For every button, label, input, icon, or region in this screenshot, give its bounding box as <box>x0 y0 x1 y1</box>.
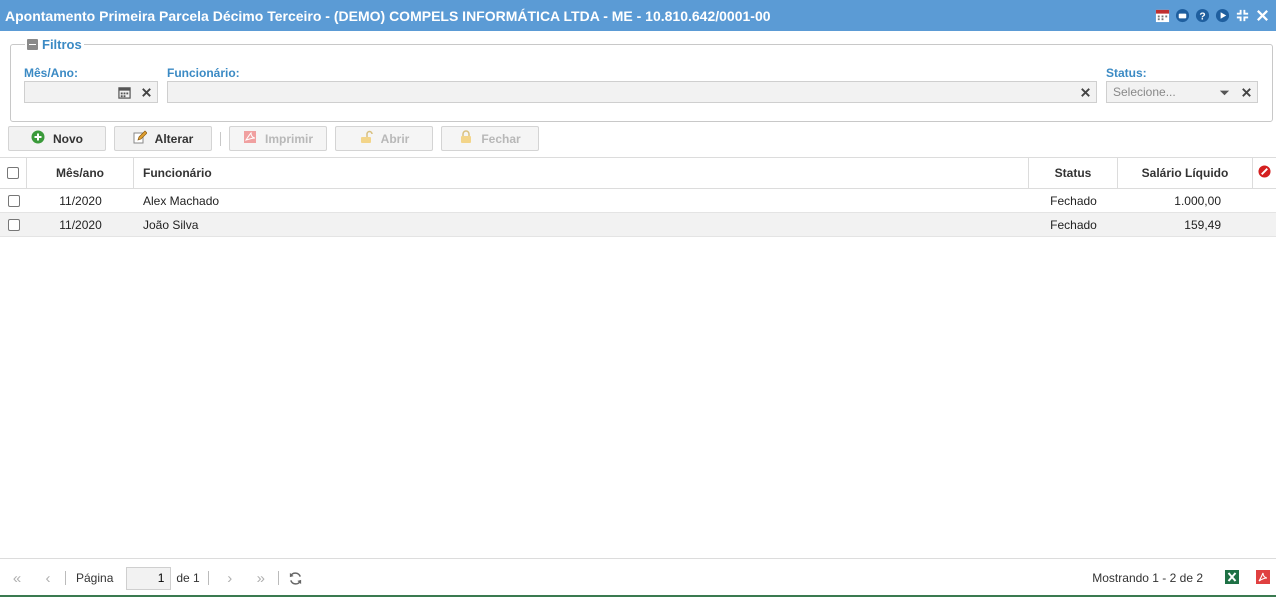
play-icon[interactable] <box>1214 7 1230 23</box>
previous-page-icon[interactable]: ‹ <box>37 567 59 589</box>
pager-separator <box>207 571 209 585</box>
cell-funcionario: Alex Machado <box>143 193 220 208</box>
row-checkbox-cell <box>0 213 27 236</box>
row-checkbox[interactable] <box>7 194 20 207</box>
toolbar: Novo Alterar Imprimir Abrir Fechar <box>8 126 547 151</box>
collapse-icon[interactable] <box>27 39 38 50</box>
chat-icon[interactable] <box>1174 7 1190 23</box>
window-titlebar: Apontamento Primeira Parcela Décimo Terc… <box>0 0 1276 31</box>
filters-panel: Filtros Mês/Ano: Funcionário: Status: <box>10 37 1273 122</box>
fechar-label: Fechar <box>481 131 521 146</box>
no-entry-icon[interactable] <box>1258 165 1271 181</box>
restore-icon[interactable] <box>1234 7 1250 23</box>
cell-funcionario: João Silva <box>143 217 199 232</box>
clear-funcionario-icon[interactable] <box>1074 82 1096 102</box>
cell-salario-liquido: 1.000,00 <box>1174 193 1221 208</box>
column-mes-ano[interactable]: Mês/ano <box>27 158 134 188</box>
select-all-checkbox[interactable] <box>7 167 19 179</box>
page-input[interactable] <box>126 566 172 590</box>
column-funcionario[interactable]: Funcionário <box>134 158 1029 188</box>
abrir-label: Abrir <box>380 131 410 146</box>
abrir-button[interactable]: Abrir <box>335 126 433 151</box>
mes-ano-input[interactable] <box>25 82 113 102</box>
cell-mes-ano: 11/2020 <box>59 193 102 208</box>
svg-text:?: ? <box>1199 11 1205 22</box>
status-select[interactable] <box>1106 81 1258 103</box>
last-page-icon[interactable]: » <box>250 567 272 589</box>
calendar-icon[interactable] <box>113 82 135 102</box>
alterar-button[interactable]: Alterar <box>114 126 212 151</box>
funcionario-field <box>167 81 1097 103</box>
select-all-cell <box>0 158 27 188</box>
imprimir-label: Imprimir <box>264 131 313 146</box>
page-label: Página <box>76 571 114 585</box>
status-input[interactable] <box>1107 82 1213 102</box>
calendar-icon[interactable] <box>1154 7 1170 23</box>
novo-label: Novo <box>53 131 83 146</box>
funcionario-label: Funcionário: <box>167 66 240 80</box>
row-checkbox[interactable] <box>7 218 20 231</box>
filters-legend[interactable]: Filtros <box>25 37 84 52</box>
novo-button[interactable]: Novo <box>8 126 106 151</box>
cell-mes-ano: 11/2020 <box>59 217 102 232</box>
alterar-label: Alterar <box>154 131 194 146</box>
clear-status-icon[interactable] <box>1235 82 1257 102</box>
lock-icon <box>459 130 473 147</box>
cell-salario-liquido: 159,49 <box>1184 217 1221 232</box>
pager-separator <box>65 571 66 585</box>
chevron-down-icon[interactable] <box>1213 82 1235 102</box>
table-row[interactable]: 11/2020 João Silva Fechado 159,49 <box>0 213 1276 237</box>
column-status[interactable]: Status <box>1029 158 1118 188</box>
table-row[interactable]: 11/2020 Alex Machado Fechado 1.000,00 <box>0 189 1276 213</box>
status-label: Status: <box>1106 66 1147 80</box>
remove-filters-cell <box>1253 158 1276 188</box>
close-icon[interactable] <box>1254 7 1270 23</box>
pdf-export-icon[interactable] <box>1256 569 1270 587</box>
column-salario-liquido[interactable]: Salário Líquido <box>1118 158 1253 188</box>
window-tools: ? <box>1154 7 1270 23</box>
pager-separator <box>277 571 279 585</box>
clear-mes-ano-icon[interactable] <box>135 82 157 102</box>
fechar-button[interactable]: Fechar <box>441 126 539 151</box>
next-page-icon[interactable]: › <box>219 567 241 589</box>
cell-status: Fechado <box>1050 217 1097 232</box>
add-icon <box>31 130 45 147</box>
window-title: Apontamento Primeira Parcela Décimo Terc… <box>5 7 771 24</box>
refresh-icon[interactable] <box>285 567 307 589</box>
unlock-icon <box>359 130 373 147</box>
mes-ano-label: Mês/Ano: <box>24 66 78 80</box>
pagination-bar: « ‹ Página de 1 › » Mostrando 1 - 2 de 2 <box>0 558 1276 597</box>
grid-header: Mês/ano Funcionário Status Salário Líqui… <box>0 157 1276 189</box>
excel-export-icon[interactable] <box>1225 569 1239 587</box>
first-page-icon[interactable]: « <box>6 567 28 589</box>
row-checkbox-cell <box>0 189 27 212</box>
mes-ano-field <box>24 81 158 103</box>
page-total: de 1 <box>176 571 200 585</box>
edit-icon <box>133 130 148 147</box>
help-icon[interactable]: ? <box>1194 7 1210 23</box>
imprimir-button[interactable]: Imprimir <box>229 126 327 151</box>
cell-status: Fechado <box>1050 193 1097 208</box>
funcionario-input[interactable] <box>168 82 1074 102</box>
records-summary: Mostrando 1 - 2 de 2 <box>1092 571 1203 585</box>
toolbar-separator <box>220 131 221 146</box>
data-grid: Mês/ano Funcionário Status Salário Líqui… <box>0 157 1276 237</box>
filters-title: Filtros <box>42 37 82 52</box>
pdf-icon <box>243 130 257 147</box>
